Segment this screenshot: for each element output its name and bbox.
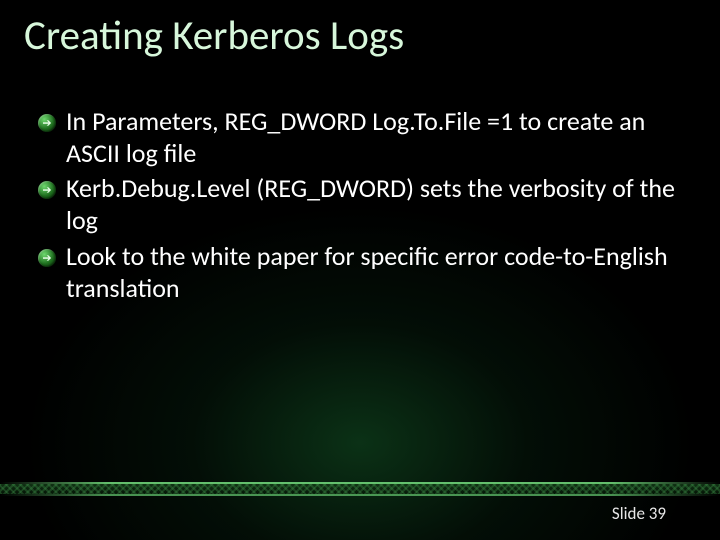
bullet-item: ➔ Look to the white paper for specific e… [38, 241, 692, 304]
bullet-text: Kerb.Debug.Level (REG_DWORD) sets the ve… [66, 173, 692, 236]
slide-number: Slide 39 [612, 503, 666, 524]
footer-divider [0, 482, 720, 496]
bullet-text: In Parameters, REG_DWORD Log.To.File =1 … [66, 106, 692, 169]
slide-body: ➔ In Parameters, REG_DWORD Log.To.File =… [38, 106, 692, 308]
bullet-item: ➔ In Parameters, REG_DWORD Log.To.File =… [38, 106, 692, 169]
slide: Creating Kerberos Logs ➔ In Parameters, … [0, 0, 720, 540]
bullet-text: Look to the white paper for specific err… [66, 241, 692, 304]
bullet-arrow-icon: ➔ [38, 181, 56, 199]
bullet-arrow-icon: ➔ [38, 114, 56, 132]
slide-title: Creating Kerberos Logs [24, 14, 696, 59]
bullet-item: ➔ Kerb.Debug.Level (REG_DWORD) sets the … [38, 173, 692, 236]
bullet-arrow-icon: ➔ [38, 249, 56, 267]
